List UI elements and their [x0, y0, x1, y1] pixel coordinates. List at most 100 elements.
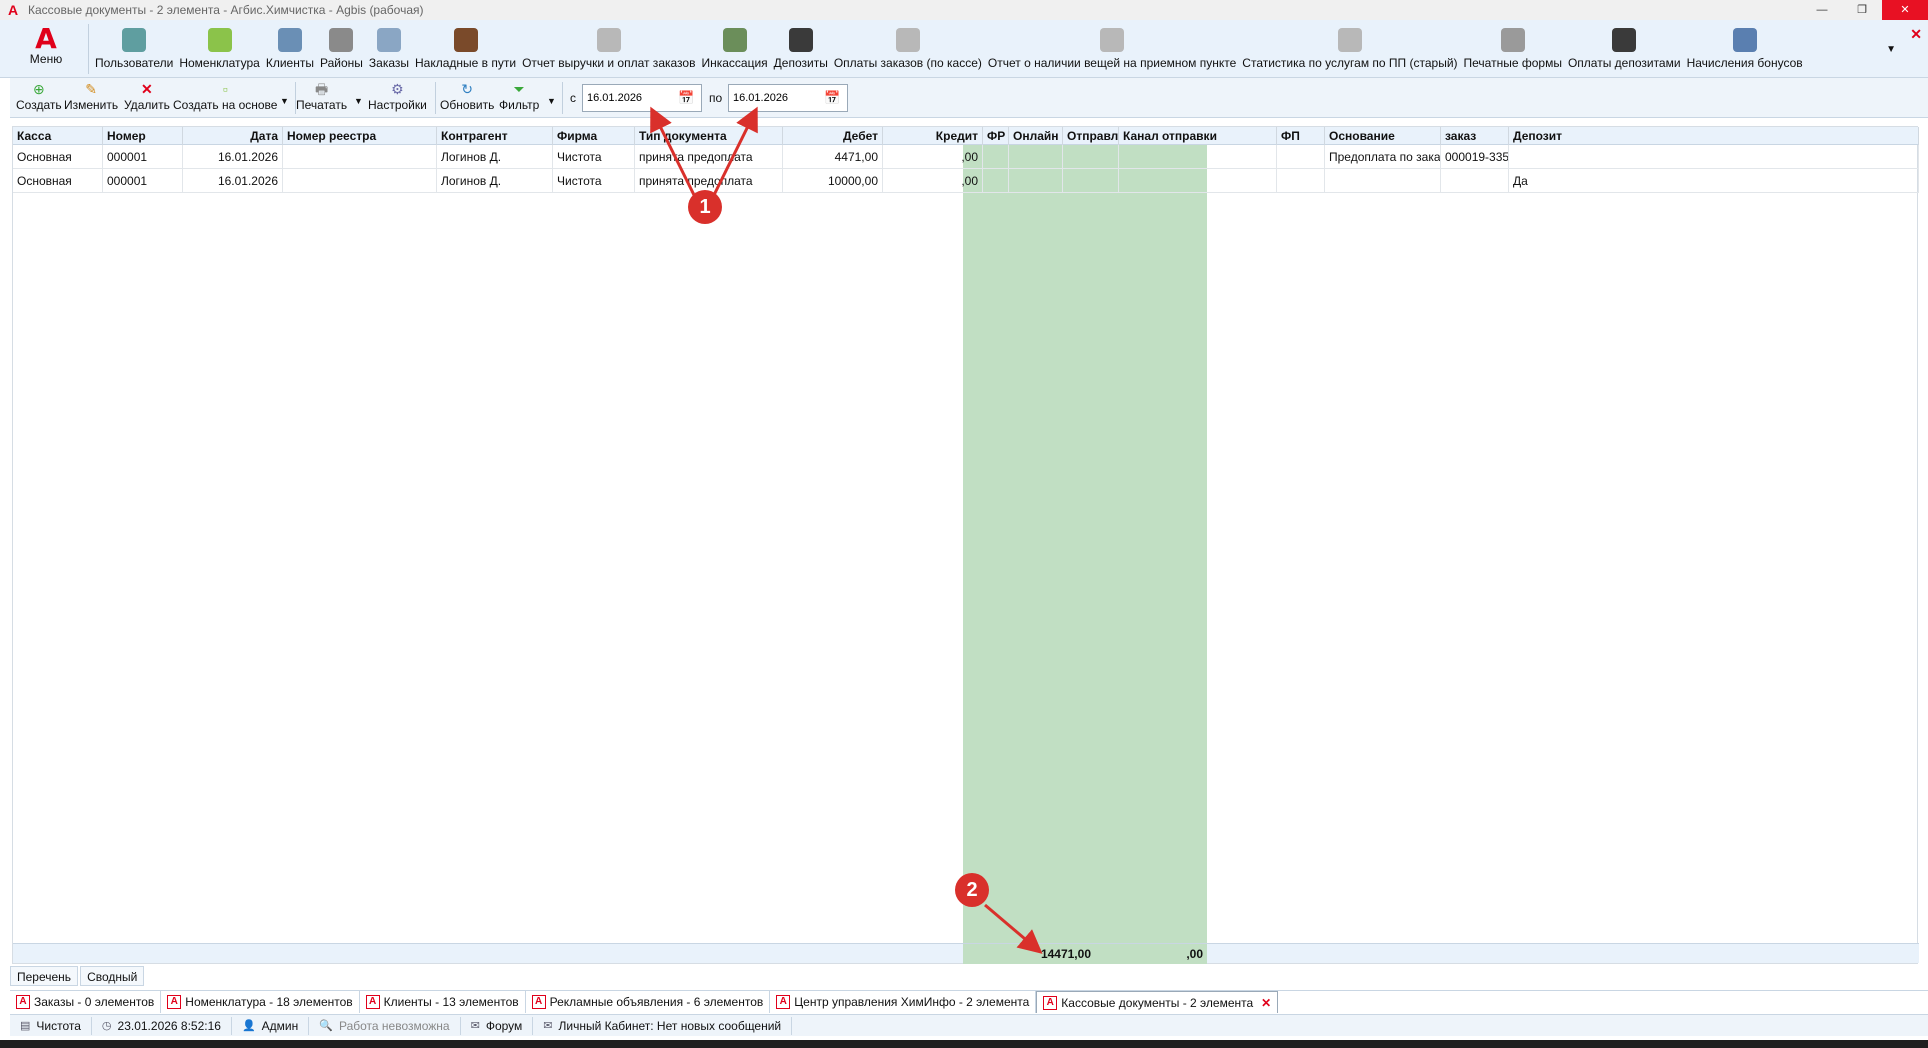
table-cell: Логинов Д. — [437, 169, 553, 193]
table-row[interactable]: Основная 000001 16.01.2026 Логинов Д. Чистот… — [13, 145, 1919, 169]
new-doc-icon: ▫ — [222, 81, 228, 97]
column-header[interactable]: Фирма — [553, 127, 635, 145]
ribbon-item[interactable]: Заказы — [366, 26, 412, 74]
status-forum-text: Форум — [485, 1018, 523, 1033]
table-cell — [1277, 145, 1325, 169]
ribbon-item[interactable]: Депозиты — [771, 26, 831, 74]
ribbon-overflow-icon[interactable]: ▼ — [1886, 44, 1896, 55]
status-cabinet[interactable]: ✉ Личный Кабинет: Нет новых сообщений — [533, 1016, 793, 1035]
table-row[interactable]: Основная 000001 16.01.2026 Логинов Д. Чистот… — [13, 169, 1919, 193]
table-cell — [1009, 169, 1063, 193]
view-tab[interactable]: Сводный — [80, 966, 145, 986]
column-header[interactable]: Онлайн — [1009, 127, 1063, 145]
ribbon-item[interactable]: Статистика по услугам по ПП (старый) — [1239, 26, 1460, 74]
status-firm[interactable]: ▤ Чистота — [10, 1016, 92, 1035]
orders-icon — [376, 28, 401, 52]
ribbon-item-label: Депозиты — [773, 56, 828, 70]
column-header[interactable]: ФР — [983, 127, 1009, 145]
document-tab[interactable]: A Клиенты - 13 элементов — [360, 991, 526, 1013]
filter-icon: ⏷ — [513, 81, 525, 97]
ribbon-item[interactable]: Клиенты — [263, 26, 317, 74]
table-cell — [983, 145, 1009, 169]
edit-button[interactable]: ✎ Изменить — [64, 80, 118, 116]
deposit-icon — [788, 28, 813, 52]
ribbon-item-label: Заказы — [368, 56, 410, 70]
app-tab-icon: A — [16, 995, 30, 1009]
create-based-dropdown[interactable]: ▼ — [280, 92, 289, 128]
total-debit: 14471,00 — [963, 944, 1095, 964]
document-tab[interactable]: A Номенклатура - 18 элементов — [161, 991, 360, 1013]
table-cell — [1277, 169, 1325, 193]
column-header[interactable]: Отправл... — [1063, 127, 1119, 145]
settings-button[interactable]: ⚙ Настройки — [368, 80, 427, 116]
document-tab[interactable]: A Центр управления ХимИнфо - 2 элемента — [770, 991, 1037, 1013]
close-window-button[interactable]: ✕ — [1882, 0, 1928, 20]
column-header[interactable]: Канал отправки — [1119, 127, 1277, 145]
column-header[interactable]: Тип документа — [635, 127, 783, 145]
print-dropdown[interactable]: ▼ — [354, 92, 363, 128]
status-datetime-text: 23.01.2026 8:52:16 — [117, 1018, 221, 1033]
document-tab[interactable]: A Кассовые документы - 2 элемента ✕ — [1036, 991, 1279, 1013]
users-icon — [122, 28, 147, 52]
filter-label: Фильтр — [499, 98, 540, 112]
column-header[interactable]: Контрагент — [437, 127, 553, 145]
ribbon-item[interactable]: Отчет о наличии вещей на приемном пункте — [985, 26, 1239, 74]
ribbon-item[interactable]: Оплаты заказов (по кассе) — [831, 26, 985, 74]
status-forum[interactable]: ✉ Форум — [461, 1016, 534, 1035]
document-tab[interactable]: A Заказы - 0 элементов — [10, 991, 162, 1013]
table-cell: ,00 — [883, 169, 983, 193]
filter-dropdown[interactable]: ▼ — [547, 92, 556, 128]
column-header[interactable]: Номер реестра — [283, 127, 437, 145]
delete-button[interactable]: ✕ Удалить — [124, 80, 170, 116]
taskbar-edge — [0, 1040, 1928, 1048]
ribbon-items: Пользователи Номенклатура Клиенты Районы Зак… — [92, 26, 1806, 74]
menu-button[interactable]: A Меню — [24, 25, 68, 74]
table-cell — [283, 169, 437, 193]
ribbon-item[interactable]: Пользователи — [92, 26, 176, 74]
ribbon-item[interactable]: Районы — [317, 26, 366, 74]
create-based-button[interactable]: ▫ Создать на основе — [173, 80, 277, 116]
column-header[interactable]: Номер — [103, 127, 183, 145]
create-button[interactable]: ⊕ Создать — [16, 80, 62, 116]
table-cell: Да — [1509, 169, 1919, 193]
restore-button[interactable]: ❐ — [1842, 0, 1882, 20]
refresh-button[interactable]: ↻ Обновить — [440, 80, 494, 116]
gift-icon — [1732, 28, 1757, 52]
column-header[interactable]: Основание — [1325, 127, 1441, 145]
ribbon-item[interactable]: Номенклатура — [176, 26, 263, 74]
filter-button[interactable]: ⏷ Фильтр — [499, 80, 539, 116]
document-tab[interactable]: A Рекламные объявления - 6 элементов — [526, 991, 771, 1013]
column-header[interactable]: Дата — [183, 127, 283, 145]
ribbon-close-icon[interactable]: ✕ — [1910, 26, 1922, 43]
column-header[interactable]: Депозит — [1509, 127, 1919, 145]
total-credit: ,00 — [1095, 944, 1207, 964]
close-tab-icon[interactable]: ✕ — [1261, 996, 1271, 1010]
print-button[interactable]: 🖶 Печатать — [296, 80, 347, 116]
column-header[interactable]: ФП — [1277, 127, 1325, 145]
column-header[interactable]: заказ — [1441, 127, 1509, 145]
column-header[interactable]: Касса — [13, 127, 103, 145]
table-cell — [1441, 169, 1509, 193]
calendar-icon[interactable]: 📅 — [824, 90, 840, 106]
view-tab[interactable]: Перечень — [10, 966, 79, 986]
plus-icon: ⊕ — [32, 81, 45, 97]
table-cell — [1009, 145, 1063, 169]
table-cell: Основная — [13, 145, 103, 169]
grid-totals-row: 14471,00 ,00 — [13, 943, 1919, 964]
ribbon-item[interactable]: Накладные в пути — [412, 26, 519, 74]
calendar-icon[interactable]: 📅 — [678, 90, 694, 106]
column-header[interactable]: Дебет — [783, 127, 883, 145]
ribbon-item[interactable]: Отчет выручки и оплат заказов — [519, 26, 698, 74]
ribbon-item[interactable]: Начисления бонусов — [1684, 26, 1806, 74]
ribbon-item[interactable]: Печатные формы — [1461, 26, 1565, 74]
column-header[interactable]: Кредит — [883, 127, 983, 145]
app-tab-icon: A — [1043, 995, 1058, 1010]
table-cell: 000001 — [103, 145, 183, 169]
status-user[interactable]: 👤 Админ — [232, 1016, 310, 1035]
ribbon-item[interactable]: Инкассация — [698, 26, 770, 74]
minimize-button[interactable]: — — [1802, 0, 1842, 20]
building-icon — [329, 28, 354, 52]
table-cell — [1063, 169, 1119, 193]
table-cell — [983, 169, 1009, 193]
ribbon-item[interactable]: Оплаты депозитами — [1565, 26, 1684, 74]
